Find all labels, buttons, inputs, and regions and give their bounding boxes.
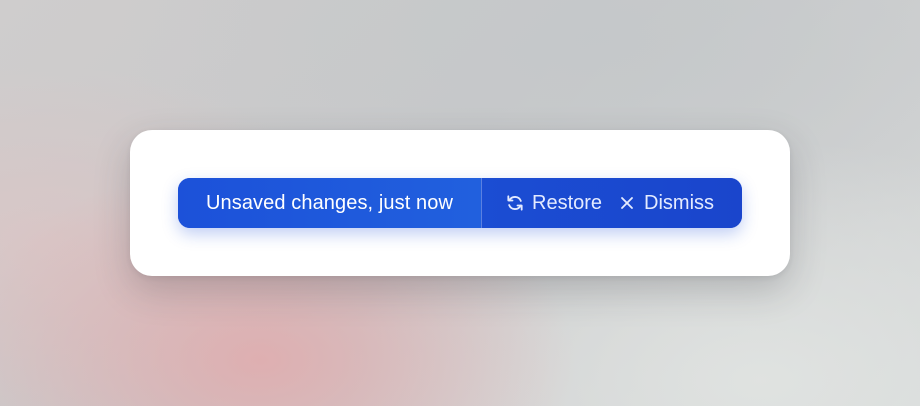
dismiss-button[interactable]: Dismiss (616, 192, 714, 215)
refresh-icon (504, 192, 526, 214)
notification-card: Unsaved changes, just now Restore Dismis… (130, 130, 790, 276)
dismiss-label: Dismiss (644, 191, 715, 214)
close-icon (616, 192, 638, 214)
toast-message: Unsaved changes, just now (178, 178, 481, 228)
restore-button[interactable]: Restore (504, 192, 602, 215)
toast-actions: Restore Dismiss (482, 178, 742, 228)
restore-label: Restore (532, 191, 603, 214)
unsaved-changes-toast: Unsaved changes, just now Restore Dismis… (178, 178, 742, 228)
